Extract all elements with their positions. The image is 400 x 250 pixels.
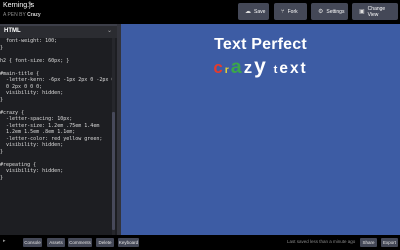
preview-letter: z: [243, 58, 255, 77]
preview-letter: e: [279, 60, 290, 77]
save-label: Save: [254, 8, 266, 15]
console-button[interactable]: Console: [23, 238, 42, 247]
share-button[interactable]: Share: [360, 238, 377, 247]
layout-icon: ▣: [359, 9, 365, 15]
code-editor-panel[interactable]: HTML ⌄ font-weight: 100;} h2 { font-size:…: [0, 24, 117, 235]
export-button[interactable]: Export: [381, 238, 398, 247]
change-view-label: Change View: [367, 5, 386, 18]
settings-button[interactable]: ⚙ Settings: [311, 3, 348, 20]
comments-button[interactable]: Comments: [68, 238, 92, 247]
bottom-bar: ▸ Console Assets Comments Delete Keyboar…: [0, 235, 400, 250]
code-line: }: [0, 174, 4, 181]
edit-title-icon[interactable]: ✎: [28, 1, 33, 8]
top-header: Kerning.js ✎ A PEN BY Crazy ☁ Save ⑂ For…: [0, 0, 400, 24]
delete-button[interactable]: Delete: [96, 238, 114, 247]
gear-icon: ⚙: [318, 9, 324, 15]
preview-title: Text Perfect: [214, 36, 307, 53]
chevron-down-icon[interactable]: ⌄: [107, 27, 112, 34]
preview-letter: t: [300, 60, 308, 77]
preview-crazy-text: crazy text: [121, 55, 400, 79]
assets-button[interactable]: Assets: [47, 238, 65, 247]
scrollbar-thumb[interactable]: [112, 112, 115, 230]
editor-language-label: HTML: [4, 28, 21, 34]
by-label: A PEN BY: [3, 12, 26, 18]
fork-button[interactable]: ⑂ Fork: [274, 3, 307, 20]
code-area[interactable]: font-weight: 100;} h2 { font-size: 60px; …: [0, 38, 112, 181]
code-line: -letter-kern: -6px -1px 2px 0 -2px 0: [0, 77, 112, 83]
keyboard-button[interactable]: Keyboard: [118, 238, 139, 247]
preview-letter: x: [289, 60, 301, 77]
author-link[interactable]: Crazy: [27, 12, 41, 18]
fork-label: Fork: [287, 8, 298, 15]
result-preview: Text Perfect crazy text: [121, 24, 400, 235]
preview-letter: y: [254, 55, 268, 78]
settings-label: Settings: [326, 8, 345, 15]
fork-icon: ⑂: [281, 8, 285, 15]
save-status: Last saved less than a minute ago: [287, 239, 356, 244]
editor-header: HTML ⌄: [0, 24, 117, 38]
expand-icon[interactable]: ▸: [3, 238, 6, 244]
preview-letter: a: [230, 56, 244, 78]
save-button[interactable]: ☁ Save: [238, 3, 269, 20]
change-view-button[interactable]: ▣ Change View: [352, 3, 398, 20]
pen-byline: A PEN BY Crazy: [3, 12, 41, 18]
cloud-icon: ☁: [245, 9, 251, 15]
preview-letter: c: [213, 58, 225, 77]
